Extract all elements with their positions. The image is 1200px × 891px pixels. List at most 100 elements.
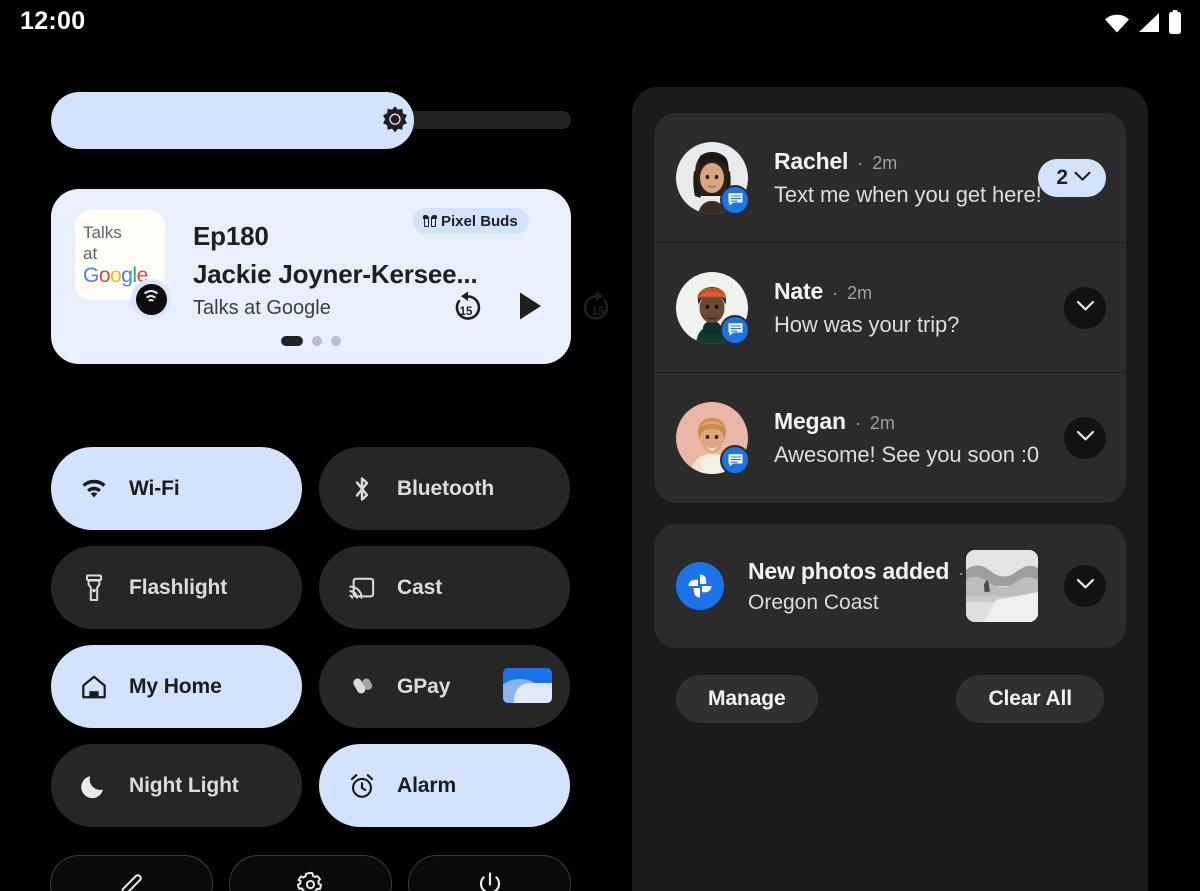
notification-header: Nate · 2m (774, 278, 1064, 305)
rewind-15-icon[interactable]: 15 (451, 289, 485, 323)
bluetooth-icon (349, 476, 375, 502)
settings-button[interactable] (229, 855, 392, 891)
notification-photos[interactable]: New photos added · 5m Oregon Coast (654, 524, 1126, 648)
brightness-fill[interactable] (51, 92, 414, 149)
notification-separator: · (958, 562, 965, 583)
notification-timestamp: 2m (847, 282, 873, 303)
media-subtitle: Jackie Joyner-Kersee... (193, 259, 478, 289)
power-button[interactable] (408, 855, 571, 891)
album-art-line1: Talks (83, 223, 122, 242)
chevron-down-icon (1076, 577, 1095, 595)
spotify-icon (131, 279, 171, 319)
notification-group-count: 2 (1056, 165, 1068, 189)
notification-expand-button[interactable] (1064, 286, 1106, 329)
media-page-dots[interactable] (281, 336, 341, 346)
notification-content: Nate · 2m How was your trip? (748, 278, 1064, 338)
avatar (676, 271, 750, 345)
avatar (676, 141, 750, 215)
tile-label: Wi-Fi (129, 476, 180, 500)
notification-separator: · (832, 282, 839, 303)
clear-all-button[interactable]: Clear All (956, 675, 1104, 723)
quick-settings-column: Talks at Google Ep180 Jackie Joyner-Kers… (0, 48, 632, 891)
page-dot-1[interactable] (281, 336, 303, 346)
notification-message: Awesome! See you soon :0 (774, 442, 1040, 467)
notification-sender: Nate (774, 277, 824, 304)
manage-button[interactable]: Manage (676, 675, 818, 723)
tile-row-4: Night Light Alarm (51, 744, 571, 827)
media-title: Ep180 (193, 221, 269, 251)
notification-title: New photos added (748, 557, 950, 584)
play-icon[interactable] (515, 289, 549, 323)
android-quick-settings-screen: 12:00 Talks at Google Ep180 Jackie Joyne… (0, 0, 1200, 891)
conversation-notification-group: Rachel · 2m Text me when you get here! 2 (654, 113, 1126, 503)
alarm-icon (349, 773, 375, 799)
media-player-card[interactable]: Talks at Google Ep180 Jackie Joyner-Kers… (51, 189, 609, 364)
notification-row[interactable]: Rachel · 2m Text me when you get here! 2 (654, 113, 1126, 243)
notification-separator: · (854, 413, 861, 433)
notification-content: Rachel · 2m Text me when you get here! (748, 148, 1042, 208)
notification-row[interactable]: Nate · 2m How was your trip? (654, 243, 1126, 373)
messages-icon (720, 445, 750, 475)
power-icon (477, 871, 503, 891)
wifi-icon (1104, 13, 1130, 33)
quick-settings-tiles: Wi-Fi Bluetooth Flashlight Cast My Home … (51, 447, 571, 843)
tile-label: Bluetooth (397, 476, 495, 500)
notification-separator: · (857, 152, 864, 173)
notification-sender: Rachel (774, 147, 849, 174)
tile-label: Alarm (397, 773, 457, 797)
tile-label: GPay (397, 674, 451, 698)
notification-header: Megan · 2m (774, 408, 1064, 435)
notification-header: Rachel · 2m (774, 148, 1038, 175)
media-controls: 15 15 (451, 289, 613, 323)
edit-tiles-button[interactable] (50, 855, 213, 891)
tile-label: My Home (129, 674, 222, 698)
google-photos-icon (676, 562, 724, 610)
tile-label: Cast (397, 575, 443, 599)
gpay-icon (349, 674, 375, 700)
home-icon (81, 674, 107, 700)
chevron-down-icon (1074, 169, 1091, 187)
notification-expand-button[interactable] (1064, 565, 1106, 607)
tile-cast[interactable]: Cast (319, 546, 570, 629)
avatar (676, 402, 750, 475)
tile-alarm[interactable]: Alarm (319, 744, 570, 827)
tile-wifi[interactable]: Wi-Fi (51, 447, 302, 530)
pixel-buds-icon (423, 214, 436, 227)
album-art-line2: at (83, 244, 98, 263)
notification-group-count-button[interactable]: 2 (1038, 158, 1106, 197)
status-clock: 12:00 (20, 7, 86, 35)
forward-15-icon[interactable]: 15 (579, 289, 613, 323)
svg-text:15: 15 (592, 306, 605, 318)
notification-panel: Rachel · 2m Text me when you get here! 2 (632, 87, 1148, 891)
output-device-chip[interactable]: Pixel Buds (413, 208, 529, 234)
messages-icon (720, 314, 750, 345)
chevron-down-icon (1076, 299, 1095, 317)
tile-label: Flashlight (129, 575, 228, 599)
chevron-down-icon (1076, 429, 1095, 447)
tile-flashlight[interactable]: Flashlight (51, 546, 302, 629)
status-bar: 12:00 (0, 0, 1200, 48)
status-icon-group (1104, 10, 1182, 35)
tile-row-1: Wi-Fi Bluetooth (51, 447, 571, 530)
brightness-icon (378, 104, 412, 138)
svg-text:15: 15 (460, 306, 473, 318)
page-dot-2[interactable] (312, 336, 322, 346)
payment-card-thumbnail (503, 668, 552, 703)
flashlight-icon (81, 574, 107, 601)
notification-content: Megan · 2m Awesome! See you soon :0 (748, 408, 1064, 468)
tile-bluetooth[interactable]: Bluetooth (319, 447, 570, 530)
tile-row-2: Flashlight Cast (51, 546, 571, 629)
tile-gpay[interactable]: GPay (319, 645, 570, 728)
notification-sender: Megan (774, 408, 846, 434)
brightness-slider[interactable] (51, 92, 571, 149)
quick-settings-footer (50, 855, 571, 891)
moon-icon (81, 773, 107, 799)
page-dot-3[interactable] (331, 336, 341, 346)
notification-row[interactable]: Megan · 2m Awesome! See you soon :0 (654, 373, 1126, 503)
tile-night-light[interactable]: Night Light (51, 744, 302, 827)
notification-expand-button[interactable] (1064, 417, 1106, 459)
tile-label: Night Light (129, 773, 239, 797)
media-artist: Talks at Google (193, 297, 331, 319)
tile-my-home[interactable]: My Home (51, 645, 302, 728)
output-device-label: Pixel Buds (441, 212, 518, 230)
